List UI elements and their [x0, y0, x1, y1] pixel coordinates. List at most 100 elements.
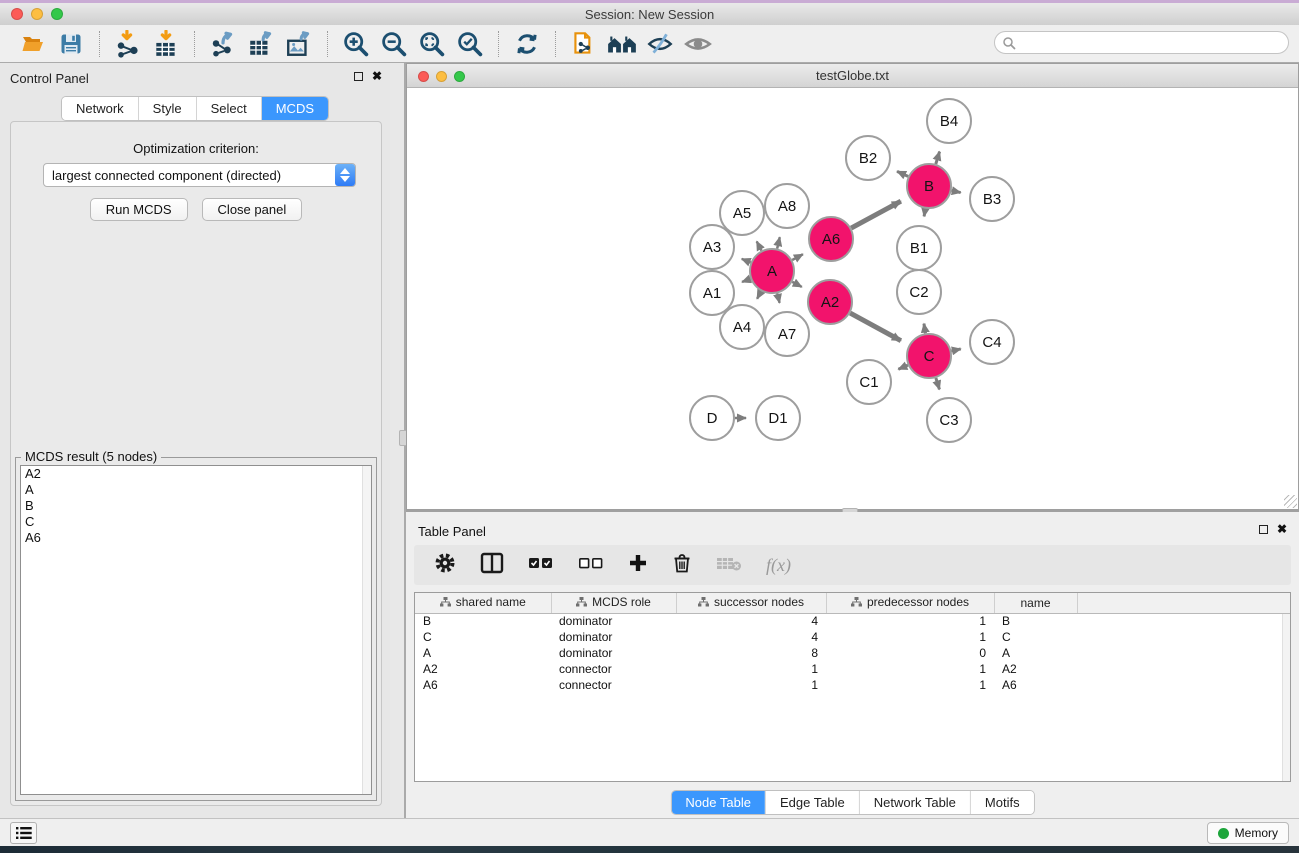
- graph-node-A3[interactable]: A3: [690, 225, 734, 269]
- settings-gear-icon[interactable]: [434, 552, 456, 579]
- network-canvas[interactable]: B4B2BB3B1A5A8A6A3AA1C2A2A4A7C4CC1C3DD1: [407, 89, 1298, 509]
- table-cell[interactable]: B: [415, 613, 551, 629]
- graph-node-B4[interactable]: B4: [927, 99, 971, 143]
- function-builder-icon[interactable]: f(x): [766, 555, 791, 576]
- float-panel-icon[interactable]: [354, 72, 363, 81]
- close-panel-button[interactable]: Close panel: [202, 198, 303, 221]
- close-panel-icon[interactable]: ✖: [372, 71, 382, 81]
- table-row[interactable]: A2connector11A2: [415, 661, 1290, 677]
- graph-edge[interactable]: [742, 259, 751, 263]
- delete-column-icon[interactable]: [672, 552, 692, 579]
- list-item[interactable]: A2: [21, 466, 371, 482]
- select-all-icon[interactable]: [528, 555, 554, 576]
- network-zoom-button[interactable]: [454, 71, 465, 82]
- graph-node-A7[interactable]: A7: [765, 312, 809, 356]
- graph-node-A1[interactable]: A1: [690, 271, 734, 315]
- table-row[interactable]: Cdominator41C: [415, 629, 1290, 645]
- table-cell[interactable]: C: [415, 629, 551, 645]
- deselect-all-icon[interactable]: [578, 555, 604, 576]
- table-row[interactable]: Adominator80A: [415, 645, 1290, 661]
- table-cell[interactable]: A: [994, 645, 1077, 661]
- graph-edge[interactable]: [924, 324, 926, 334]
- graph-edge[interactable]: [742, 279, 750, 282]
- hide-graphics-details-icon[interactable]: [641, 28, 679, 60]
- network-window-titlebar[interactable]: testGlobe.txt: [407, 64, 1298, 88]
- graph-node-B[interactable]: B: [907, 164, 951, 208]
- export-network-icon[interactable]: [204, 28, 242, 60]
- show-graphics-details-icon[interactable]: [679, 28, 717, 60]
- table-cell[interactable]: B: [994, 613, 1077, 629]
- graph-edge[interactable]: [777, 237, 780, 248]
- table-cell[interactable]: dominator: [551, 645, 676, 661]
- list-item[interactable]: C: [21, 514, 371, 530]
- tab-style[interactable]: Style: [138, 97, 196, 120]
- graph-node-D1[interactable]: D1: [756, 396, 800, 440]
- memory-button[interactable]: Memory: [1207, 822, 1289, 844]
- window-resize-grip[interactable]: [1284, 495, 1297, 508]
- graph-edge[interactable]: [897, 171, 908, 176]
- run-mcds-button[interactable]: Run MCDS: [90, 198, 188, 221]
- graph-node-A5[interactable]: A5: [720, 191, 764, 235]
- graph-edge[interactable]: [951, 349, 960, 351]
- table-cell[interactable]: C: [994, 629, 1077, 645]
- tab-mcds[interactable]: MCDS: [261, 97, 328, 120]
- search-input[interactable]: [1021, 34, 1288, 52]
- table-row[interactable]: Bdominator41B: [415, 613, 1290, 629]
- import-table-icon[interactable]: [147, 28, 185, 60]
- close-table-panel-icon[interactable]: ✖: [1277, 524, 1287, 534]
- table-cell[interactable]: 1: [826, 613, 994, 629]
- graph-edge[interactable]: [757, 291, 761, 299]
- column-header[interactable]: MCDS role: [551, 593, 676, 613]
- close-window-button[interactable]: [11, 8, 23, 20]
- table-cell[interactable]: 1: [676, 677, 826, 693]
- table-cell[interactable]: A2: [415, 661, 551, 677]
- graph-node-B2[interactable]: B2: [846, 136, 890, 180]
- table-cell[interactable]: 1: [826, 677, 994, 693]
- graph-node-C3[interactable]: C3: [927, 398, 971, 442]
- criterion-dropdown[interactable]: largest connected component (directed): [43, 163, 356, 187]
- table-cell[interactable]: connector: [551, 677, 676, 693]
- tab-edge-table[interactable]: Edge Table: [765, 791, 859, 814]
- export-image-icon[interactable]: [280, 28, 318, 60]
- graph-node-D[interactable]: D: [690, 396, 734, 440]
- mcds-list-scrollbar[interactable]: [362, 466, 371, 794]
- graph-edge[interactable]: [924, 209, 925, 217]
- table-cell[interactable]: 0: [826, 645, 994, 661]
- graph-node-C1[interactable]: C1: [847, 360, 891, 404]
- column-header[interactable]: predecessor nodes: [826, 593, 994, 613]
- table-cell[interactable]: 4: [676, 629, 826, 645]
- graph-node-C[interactable]: C: [907, 334, 951, 378]
- table-row[interactable]: A6connector11A6: [415, 677, 1290, 693]
- graph-edge[interactable]: [792, 282, 801, 287]
- graph-node-B1[interactable]: B1: [897, 226, 941, 270]
- graph-node-C4[interactable]: C4: [970, 320, 1014, 364]
- column-header[interactable]: name: [994, 593, 1077, 613]
- graph-node-C2[interactable]: C2: [897, 270, 941, 314]
- network-minimize-button[interactable]: [436, 71, 447, 82]
- task-history-button[interactable]: [10, 822, 37, 844]
- add-column-icon[interactable]: [628, 553, 648, 578]
- table-cell[interactable]: 1: [826, 661, 994, 677]
- graph-node-A4[interactable]: A4: [720, 305, 764, 349]
- table-cell[interactable]: connector: [551, 661, 676, 677]
- zoom-fit-icon[interactable]: [413, 28, 451, 60]
- graph-node-A6[interactable]: A6: [809, 217, 853, 261]
- zoom-out-icon[interactable]: [375, 28, 413, 60]
- graph-edge[interactable]: [936, 378, 940, 390]
- table-cell[interactable]: A2: [994, 661, 1077, 677]
- graph-edge[interactable]: [792, 254, 803, 260]
- table-cell[interactable]: 1: [676, 661, 826, 677]
- minimize-window-button[interactable]: [31, 8, 43, 20]
- column-header[interactable]: successor nodes: [676, 593, 826, 613]
- graph-node-A2[interactable]: A2: [808, 280, 852, 324]
- table-cell[interactable]: 8: [676, 645, 826, 661]
- table-cell[interactable]: A: [415, 645, 551, 661]
- table-cell[interactable]: 1: [826, 629, 994, 645]
- graph-edge[interactable]: [777, 293, 779, 302]
- list-item[interactable]: A6: [21, 530, 371, 546]
- zoom-window-button[interactable]: [51, 8, 63, 20]
- column-header[interactable]: shared name: [415, 593, 551, 613]
- graph-edge[interactable]: [898, 365, 908, 369]
- float-table-panel-icon[interactable]: [1259, 525, 1268, 534]
- new-network-icon[interactable]: [565, 28, 603, 60]
